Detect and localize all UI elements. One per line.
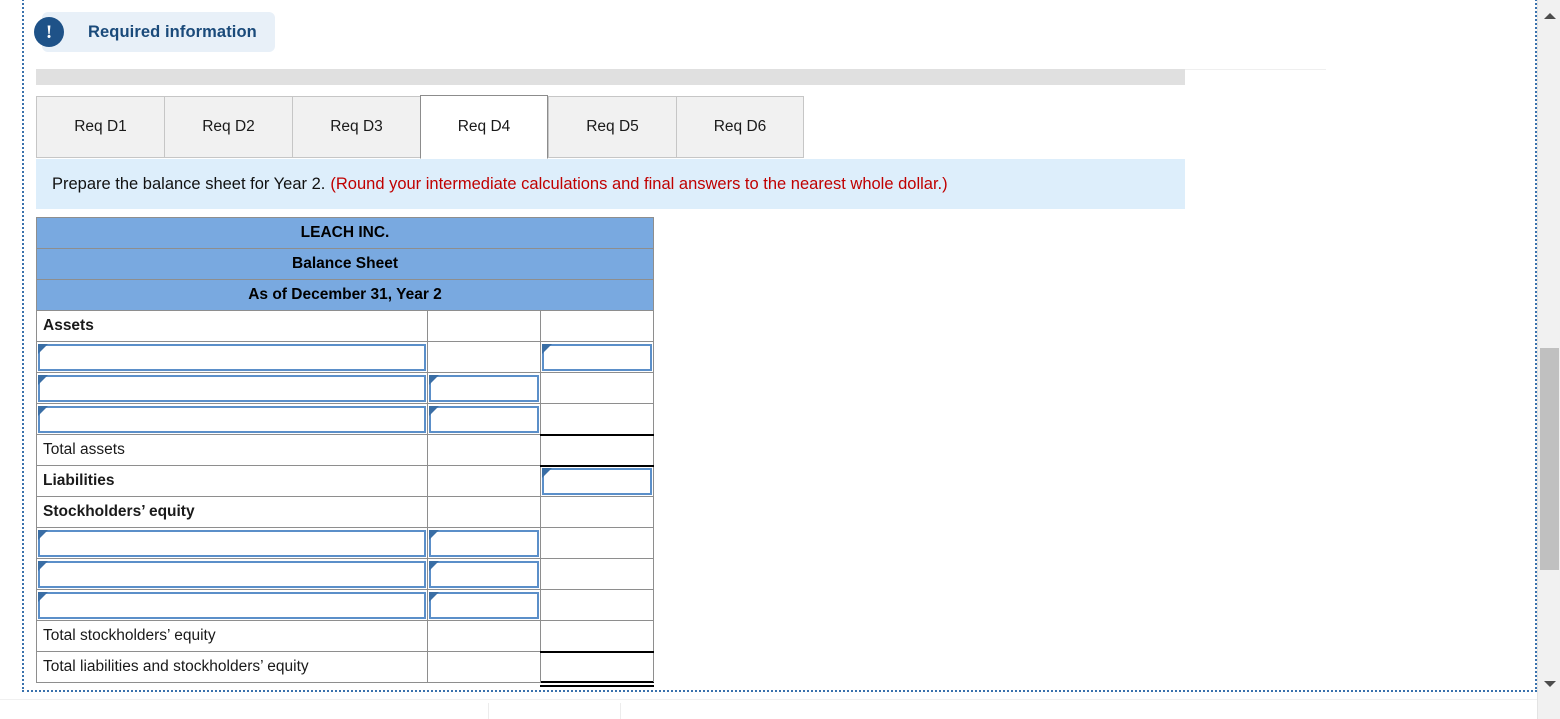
tab-req-d6[interactable]: Req D6 <box>676 96 804 158</box>
equity-account-input-2[interactable] <box>38 560 426 588</box>
scrollbar-thumb[interactable] <box>1540 348 1559 570</box>
cell-equity-label-2 <box>36 558 428 590</box>
tab-label: Req D6 <box>713 118 767 135</box>
table-row-title-company: LEACH INC. <box>36 217 654 249</box>
row-label-liabilities: Liabilities <box>36 465 428 497</box>
cell-equity-label-3 <box>36 589 428 621</box>
exclamation-icon: ! <box>34 17 64 47</box>
cell-asset-amount-right-1 <box>540 341 654 373</box>
table-row-equity-entry-1 <box>36 527 654 559</box>
table-row-equity-entry-3 <box>36 589 654 621</box>
cell-mid-empty <box>427 651 541 683</box>
cell-asset-amount-mid-2 <box>427 372 541 404</box>
vertical-scrollbar[interactable] <box>1537 0 1560 719</box>
cell-equity-amount-mid-1 <box>427 527 541 559</box>
statement-company-name: LEACH INC. <box>36 217 654 249</box>
cell-mid-empty <box>427 310 541 342</box>
cell-right-empty <box>540 496 654 528</box>
cell-asset-label-2 <box>36 372 428 404</box>
asset-account-input-2[interactable] <box>38 374 426 402</box>
asset-account-input-3[interactable] <box>38 405 426 433</box>
statement-name: Balance Sheet <box>36 248 654 280</box>
table-row-stockholders-equity-heading: Stockholders’ equity <box>36 496 654 528</box>
row-label-assets: Assets <box>36 310 428 342</box>
scroll-up-icon[interactable] <box>1538 4 1560 27</box>
cell-equity-amount-mid-2 <box>427 558 541 590</box>
row-label-total-assets: Total assets <box>36 434 428 466</box>
cell-right-empty <box>540 589 654 621</box>
balance-sheet-table: LEACH INC. Balance Sheet As of December … <box>36 217 655 687</box>
cell-right-empty <box>540 372 654 404</box>
table-row-total-assets: Total assets <box>36 433 654 467</box>
required-information-label: Required information <box>88 22 257 41</box>
table-row-liabilities: Liabilities <box>36 465 654 497</box>
cell-liabilities-amount <box>540 465 654 497</box>
cell-total-liabilities-and-equity-amount <box>540 651 655 687</box>
cell-right-empty <box>540 403 654 435</box>
prompt-text: Prepare the balance sheet for Year 2. <box>52 174 326 193</box>
row-label-stockholders-equity: Stockholders’ equity <box>36 496 428 528</box>
tab-label: Req D3 <box>330 118 383 135</box>
table-row-total-stockholders-equity: Total stockholders’ equity <box>36 620 654 653</box>
scroll-down-icon[interactable] <box>1538 672 1560 695</box>
row-label-total-liabilities-and-equity: Total liabilities and stockholders’ equi… <box>36 651 428 683</box>
tab-label: Req D1 <box>74 118 127 135</box>
cell-mid-empty <box>427 465 541 497</box>
cell-equity-label-1 <box>36 527 428 559</box>
equity-amount-input-2[interactable] <box>429 560 539 588</box>
page-bottom-strip <box>0 699 1537 719</box>
prompt-note: (Round your intermediate calculations an… <box>330 174 948 193</box>
cell-mid-empty <box>427 341 541 373</box>
cell-mid-empty <box>427 496 541 528</box>
cell-right-empty <box>540 527 654 559</box>
cell-asset-label-3 <box>36 403 428 435</box>
page-root: ! Required information Req D1 Req D2 Req… <box>0 0 1560 719</box>
asset-amount-input-2[interactable] <box>429 374 539 402</box>
cell-equity-amount-mid-3 <box>427 589 541 621</box>
table-row-title-statement: Balance Sheet <box>36 248 654 280</box>
equity-account-input-3[interactable] <box>38 591 426 619</box>
grey-spacer-bar <box>36 69 1185 85</box>
cell-right-empty <box>540 558 654 590</box>
table-row-asset-entry-2 <box>36 372 654 404</box>
tab-label: Req D4 <box>457 118 511 135</box>
cell-asset-amount-mid-3 <box>427 403 541 435</box>
tab-req-d1[interactable]: Req D1 <box>36 96 164 158</box>
tab-req-d5[interactable]: Req D5 <box>548 96 676 158</box>
table-row-total-liabilities-and-equity: Total liabilities and stockholders’ equi… <box>36 651 655 687</box>
requirement-tabs: Req D1 Req D2 Req D3 Req D4 Req D5 Req D… <box>36 95 804 159</box>
cell-total-stockholders-equity-amount <box>540 620 654 653</box>
equity-amount-input-3[interactable] <box>429 591 539 619</box>
table-row-assets-heading: Assets <box>36 310 654 342</box>
requirement-prompt: Prepare the balance sheet for Year 2. (R… <box>36 159 1185 209</box>
cell-total-assets-amount <box>540 433 654 467</box>
liabilities-amount-input[interactable] <box>542 467 652 495</box>
equity-amount-input-1[interactable] <box>429 529 539 557</box>
row-label-total-stockholders-equity: Total stockholders’ equity <box>36 620 428 652</box>
cell-mid-empty <box>427 620 541 652</box>
tab-req-d4[interactable]: Req D4 <box>420 95 548 159</box>
required-information-banner: ! Required information <box>34 10 275 54</box>
asset-amount-input-1[interactable] <box>542 343 652 371</box>
bottom-divider <box>488 703 489 719</box>
tab-req-d2[interactable]: Req D2 <box>164 96 292 158</box>
tab-req-d3[interactable]: Req D3 <box>292 96 420 158</box>
table-row-equity-entry-2 <box>36 558 654 590</box>
table-row-title-date: As of December 31, Year 2 <box>36 279 654 311</box>
required-information-pill: Required information <box>42 12 275 52</box>
tab-label: Req D2 <box>202 118 255 135</box>
cell-right-empty <box>540 310 654 342</box>
equity-account-input-1[interactable] <box>38 529 426 557</box>
tab-label: Req D5 <box>586 118 639 135</box>
table-row-asset-entry-1 <box>36 341 654 373</box>
cell-asset-label-1 <box>36 341 428 373</box>
asset-account-input-1[interactable] <box>38 343 426 371</box>
asset-amount-input-3[interactable] <box>429 405 539 433</box>
bottom-divider <box>620 703 621 719</box>
statement-date: As of December 31, Year 2 <box>36 279 654 311</box>
cell-mid-empty <box>427 434 541 466</box>
table-row-asset-entry-3 <box>36 403 654 435</box>
